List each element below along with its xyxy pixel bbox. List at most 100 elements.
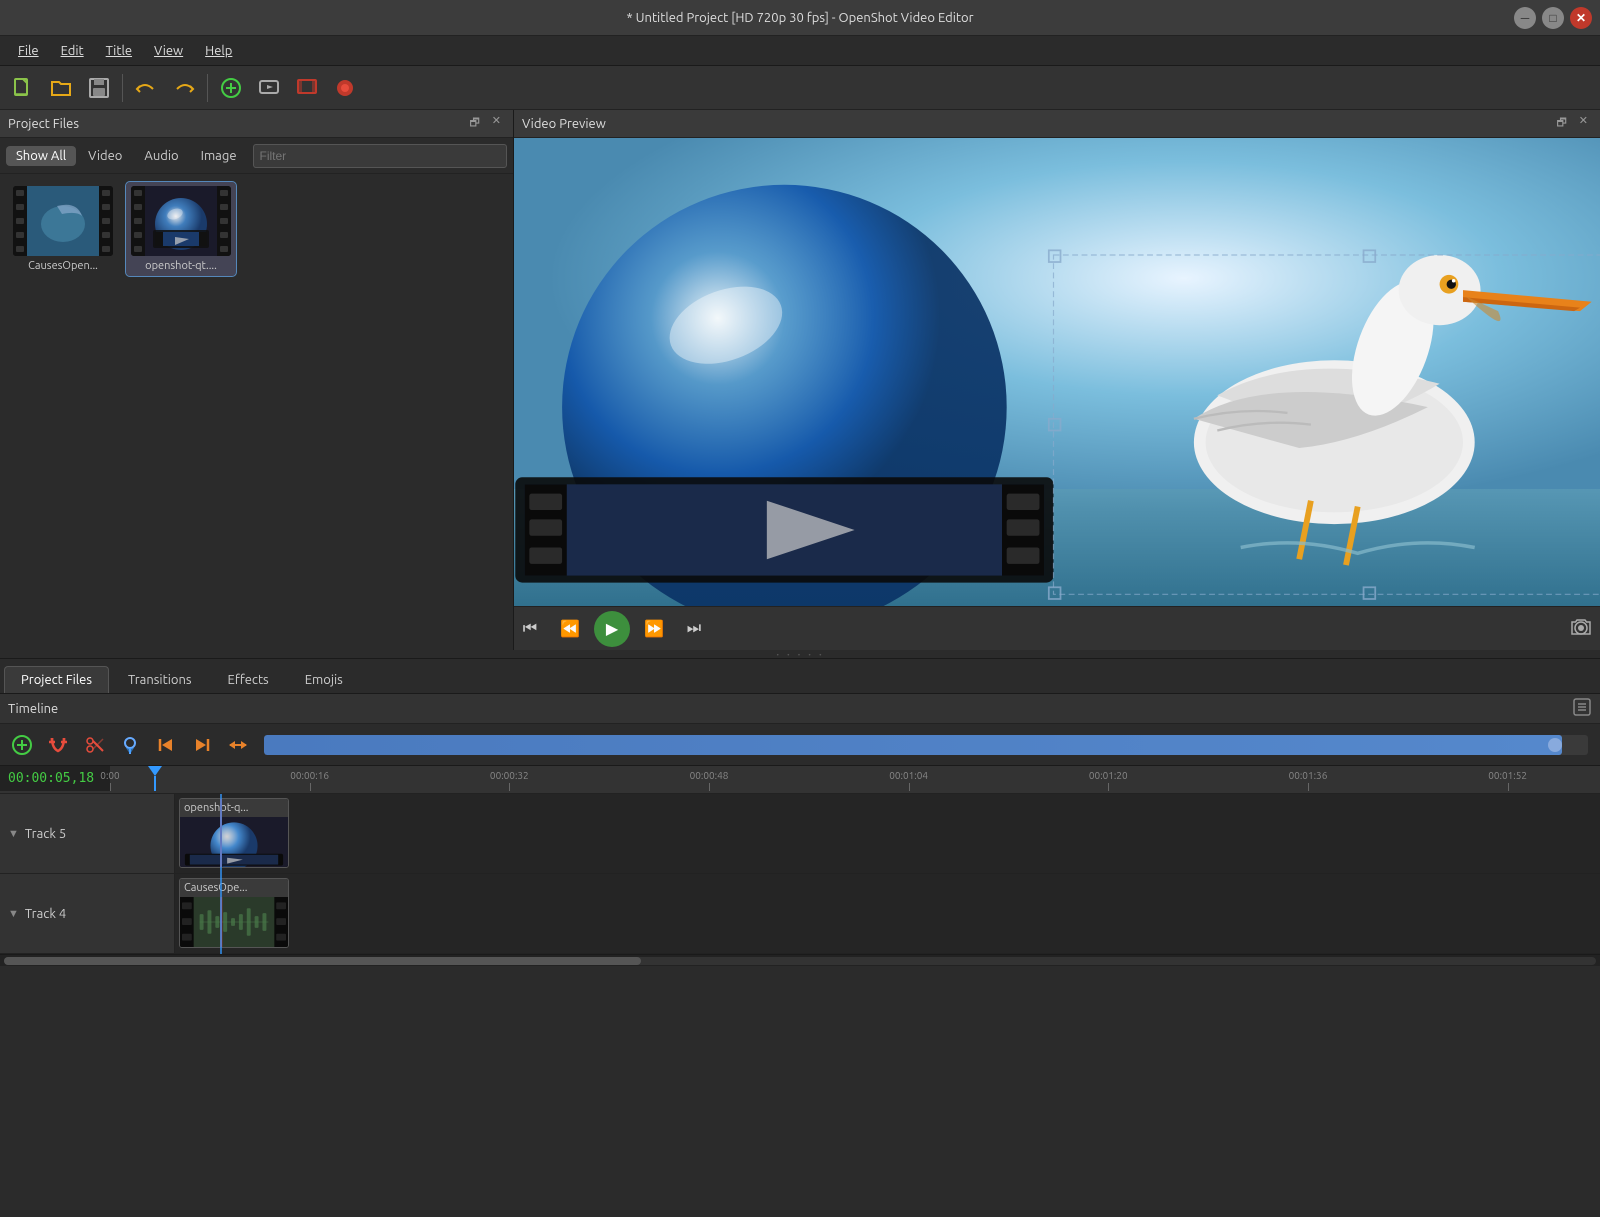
menu-title[interactable]: Title [96,40,142,62]
panel-controls: 🗗 ✕ [465,113,505,134]
rewind-start-button[interactable]: ⏮ [514,613,546,645]
track-5-collapse[interactable]: ▼ [8,828,19,840]
ruler-tick [509,783,510,791]
add-clip-button[interactable] [214,71,248,105]
record-button[interactable] [328,71,362,105]
menu-help[interactable]: Help [195,40,242,62]
file-item-causesopen[interactable]: CausesOpen... [8,182,118,276]
clip-divider [220,799,222,867]
tab-show-all[interactable]: Show All [6,146,76,166]
video-preview-title: Video Preview [522,117,606,131]
preview-close-btn[interactable]: ✕ [1575,113,1592,134]
film-hole [220,190,228,196]
playhead[interactable] [147,766,163,791]
panel-close-btn[interactable]: ✕ [488,113,505,134]
tab-image[interactable]: Image [191,146,247,166]
menu-edit[interactable]: Edit [51,40,94,62]
track-4-content[interactable]: CausesOpe... [175,874,1600,953]
project-files-header: Project Files 🗗 ✕ [0,110,513,138]
scrollbar-track[interactable] [4,957,1596,965]
film-hole [16,218,24,224]
jump-end-button[interactable] [186,729,218,761]
slider-track [264,735,1562,755]
film-hole [134,190,142,196]
add-track-button[interactable] [6,729,38,761]
fast-forward-button[interactable]: ⏩ [638,613,670,645]
video-preview-header: Video Preview 🗗 ✕ [514,110,1600,138]
add-marker-button[interactable] [114,729,146,761]
preview-restore-btn[interactable]: 🗗 [1552,113,1570,134]
filter-input[interactable] [253,144,507,168]
file-thumb-openshotqt [131,186,231,256]
filmstrip-right-2 [217,186,231,256]
main-toolbar [0,66,1600,110]
film-hole [102,190,110,196]
track-4: ▼ Track 4 CausesOpe... [0,874,1600,954]
open-button[interactable] [44,71,78,105]
clip-causesope-track4[interactable]: CausesOpe... [179,878,289,948]
clip-header-2: CausesOpe... [180,879,288,897]
ruler-mark: 00:00:32 [509,770,548,791]
slider-thumb[interactable] [1548,738,1562,752]
window-title: * Untitled Project [HD 720p 30 fps] - Op… [626,11,973,25]
ruler-mark: 00:01:20 [1108,770,1147,791]
play-button[interactable]: ▶ [594,611,630,647]
ruler-tick [310,783,311,791]
ruler-mark: 00:01:04 [909,770,948,791]
razor-button[interactable] [78,729,110,761]
ruler-tick [909,783,910,791]
menu-bar: File Edit Title View Help [0,36,1600,66]
track-4-collapse[interactable]: ▼ [8,908,19,920]
filmstrip-left [13,186,27,256]
film-hole [134,204,142,210]
preview-button[interactable] [252,71,286,105]
snap-button[interactable] [42,729,74,761]
new-button[interactable] [6,71,40,105]
rewind-button[interactable]: ⏪ [554,613,586,645]
track-5-content[interactable]: openshot-q... [175,794,1600,873]
forward-end-button[interactable]: ⏭ [678,613,710,645]
undo-button[interactable] [129,71,163,105]
video-content-svg [514,138,1600,606]
close-button[interactable]: ✕ [1570,7,1592,29]
export-button[interactable] [290,71,324,105]
panel-restore-btn[interactable]: 🗗 [465,113,483,134]
screenshot-button[interactable] [1570,616,1592,642]
maximize-button[interactable]: □ [1542,7,1564,29]
ruler-label: 00:00:32 [490,770,529,781]
menu-view[interactable]: View [144,40,193,62]
film-hole [102,232,110,238]
film-hole [102,204,110,210]
ruler-tick [1308,783,1309,791]
film-hole [134,218,142,224]
redo-button[interactable] [167,71,201,105]
film-hole [220,246,228,252]
tab-emojis[interactable]: Emojis [288,666,360,693]
save-button[interactable] [82,71,116,105]
jump-start-button[interactable] [150,729,182,761]
tab-effects[interactable]: Effects [211,666,286,693]
clip-openshotq-track5[interactable]: openshot-q... [179,798,289,868]
ruler-marks[interactable]: 0:0000:00:1600:00:3200:00:4800:01:0400:0… [110,766,1600,791]
film-hole [220,232,228,238]
time-ruler: 00:00:05,18 0:0000:00:1600:00:3200:00:48… [0,766,1600,794]
tab-video[interactable]: Video [78,146,132,166]
track-5-name: Track 5 [25,827,66,841]
center-playhead-button[interactable] [222,729,254,761]
timeline-settings-icon[interactable] [1572,697,1592,717]
film-hole [102,246,110,252]
menu-file[interactable]: File [8,40,49,62]
tab-project-files[interactable]: Project Files [4,666,109,693]
ruler-mark: 00:01:36 [1308,770,1347,791]
tab-transitions[interactable]: Transitions [111,666,209,693]
scrollbar-thumb[interactable] [4,957,641,965]
tracks-area: ▼ Track 5 openshot-q... [0,794,1600,954]
ruler-label: 00:01:20 [1089,770,1128,781]
resize-handle[interactable]: · · · · · [0,650,1600,658]
window-controls: ─ □ ✕ [1514,7,1592,29]
timeline-title: Timeline [8,702,58,716]
minimize-button[interactable]: ─ [1514,7,1536,29]
tab-audio[interactable]: Audio [134,146,188,166]
file-item-openshotqt[interactable]: openshot-qt.... [126,182,236,276]
timeline-zoom-slider[interactable] [264,735,1588,755]
